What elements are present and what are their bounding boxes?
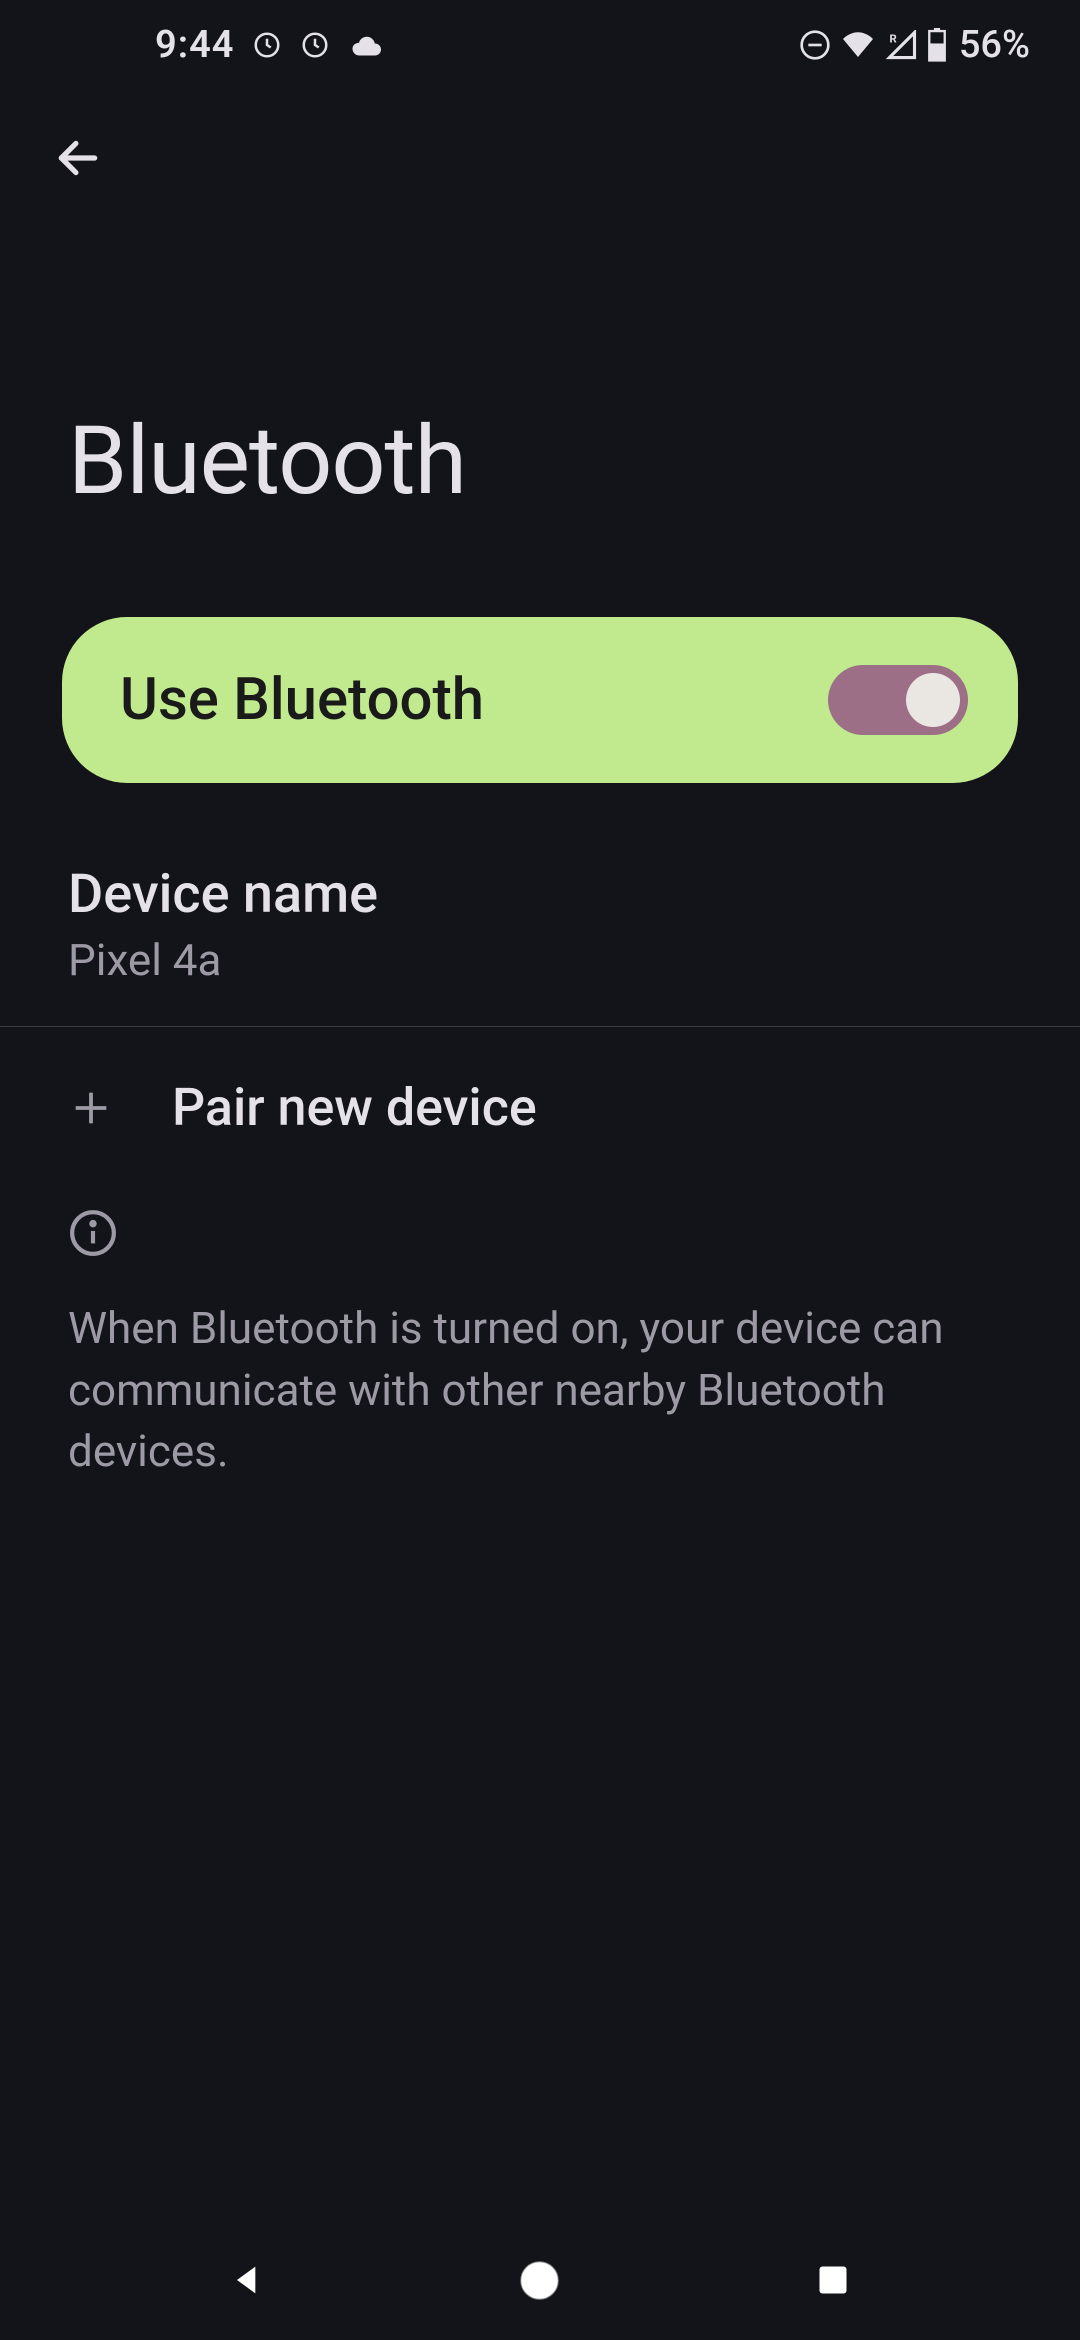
- wifi-icon: [839, 30, 877, 60]
- status-bar: 9:44: [0, 0, 1080, 90]
- status-time: 9:44: [155, 23, 234, 67]
- battery-icon: [927, 28, 947, 62]
- status-right: R 56%: [799, 23, 1030, 67]
- nav-home-button[interactable]: [512, 2253, 567, 2308]
- back-button[interactable]: [50, 130, 106, 186]
- svg-text:R: R: [889, 33, 896, 46]
- bluetooth-toggle-switch[interactable]: [828, 665, 968, 735]
- device-name-title: Device name: [68, 863, 1012, 926]
- square-recent-icon: [815, 2262, 851, 2298]
- pair-new-device-item[interactable]: Pair new device: [0, 1027, 1080, 1188]
- signal-icon: R: [885, 30, 919, 60]
- cloud-icon: [348, 32, 384, 58]
- device-name-item[interactable]: Device name Pixel 4a: [0, 823, 1080, 1026]
- info-section: When Bluetooth is turned on, your device…: [0, 1188, 1080, 1503]
- info-icon: [68, 1208, 118, 1258]
- nav-back-button[interactable]: [219, 2253, 274, 2308]
- status-left: 9:44: [155, 23, 384, 67]
- history-icon: [252, 30, 282, 60]
- arrow-left-icon: [53, 133, 103, 183]
- toggle-label: Use Bluetooth: [120, 666, 484, 734]
- triangle-back-icon: [227, 2260, 267, 2300]
- navigation-bar: [0, 2220, 1080, 2340]
- dnd-icon: [799, 29, 831, 61]
- plus-icon: [68, 1085, 114, 1131]
- history-icon-2: [300, 30, 330, 60]
- battery-percent: 56%: [959, 23, 1030, 67]
- pair-label: Pair new device: [172, 1077, 537, 1138]
- nav-recent-button[interactable]: [806, 2253, 861, 2308]
- bluetooth-toggle-card[interactable]: Use Bluetooth: [62, 617, 1018, 783]
- page-title: Bluetooth: [0, 206, 1080, 597]
- app-bar: [0, 90, 1080, 206]
- circle-home-icon: [517, 2258, 562, 2303]
- device-name-value: Pixel 4a: [68, 934, 1012, 986]
- toggle-knob: [906, 673, 960, 727]
- info-text: When Bluetooth is turned on, your device…: [68, 1298, 1012, 1483]
